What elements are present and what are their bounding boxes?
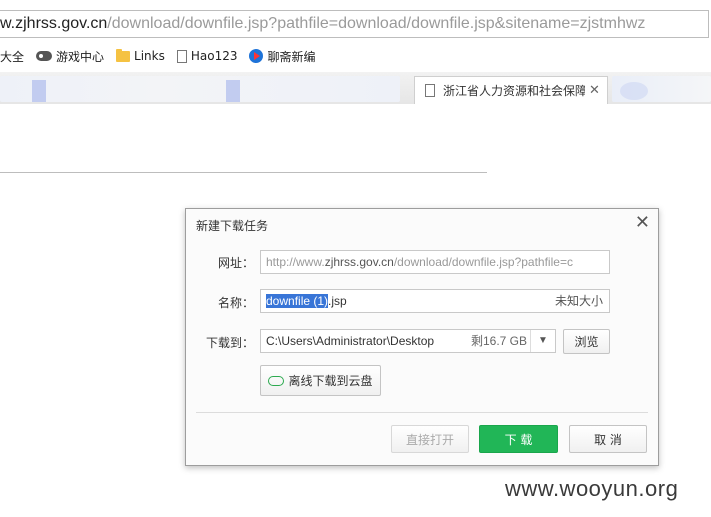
url-label: 网址： [217, 256, 254, 270]
cloud-download-label: 离线下载到云盘 [288, 374, 373, 388]
page-icon [425, 84, 435, 97]
browse-button[interactable]: 浏览 [563, 329, 610, 354]
dialog-title: 新建下载任务 [196, 219, 269, 233]
bookmark-hao123[interactable]: Hao123 [176, 49, 238, 63]
close-icon[interactable]: ✕ [635, 213, 650, 233]
watermark: www.wooyun.org [505, 476, 679, 501]
gamepad-icon [36, 51, 53, 61]
name-label: 名称： [217, 296, 254, 310]
page-icon [176, 49, 187, 63]
url-host: zjhrss.gov.cn [324, 255, 394, 269]
url-field[interactable]: http://www.zjhrss.gov.cn/download/downfi… [260, 250, 610, 274]
cloud-download-button[interactable]: 离线下载到云盘 [260, 365, 381, 396]
save-path-select[interactable]: C:\Users\Administrator\Desktop 剩16.7 GB ▼ [260, 329, 556, 353]
filename-ext: .jsp [328, 294, 347, 308]
bookmark-label: 大全 [0, 49, 25, 64]
bookmark-label: 游戏中心 [56, 49, 105, 64]
address-bar[interactable]: w.zjhrss.gov.cn/download/downfile.jsp?pa… [0, 10, 709, 38]
url-prefix: http://www. [266, 255, 325, 269]
bookmark-games[interactable]: 游戏中心 [36, 48, 104, 65]
tab-title: 浙江省人力资源和社会保障 [443, 84, 585, 98]
cancel-button[interactable]: 取 消 [569, 425, 647, 453]
bookmarks-bar: 大全 游戏中心 Links Hao123 聊斋新编 [0, 44, 711, 68]
filename-selected: downfile (1) [266, 294, 329, 308]
download-button[interactable]: 下 载 [479, 425, 558, 453]
bookmark-links[interactable]: Links [116, 48, 165, 63]
saveto-label: 下载到： [205, 336, 254, 350]
download-dialog: 新建下载任务 ✕ 网址： http://www.zjhrss.gov.cn/do… [185, 208, 659, 466]
cloud-icon [268, 375, 285, 386]
address-path: /download/downfile.jsp?pathfile=download… [107, 15, 646, 32]
save-path: C:\Users\Administrator\Desktop [266, 334, 435, 348]
bookmark-label: Links [134, 49, 165, 63]
tab-bar: 浙江省人力资源和社会保障 ✕ [0, 72, 711, 104]
page-divider [0, 172, 487, 173]
url-rest: /download/downfile.jsp?pathfile=c [393, 255, 573, 269]
file-size: 未知大小 [554, 294, 603, 308]
news-icon [249, 49, 264, 63]
folder-icon [116, 48, 131, 62]
filename-input[interactable]: downfile (1).jsp 未知大小 [260, 289, 610, 313]
chevron-down-icon[interactable]: ▼ [530, 330, 555, 352]
blurred-tabs[interactable] [0, 76, 400, 102]
blurred-tab-right[interactable] [612, 76, 711, 102]
tab-active[interactable]: 浙江省人力资源和社会保障 ✕ [414, 76, 608, 104]
bookmark-label: Hao123 [190, 49, 238, 63]
bookmark-label: 聊斋新编 [267, 49, 316, 64]
dialog-separator [196, 412, 648, 413]
address-host: w.zjhrss.gov.cn [0, 15, 108, 32]
open-directly-button[interactable]: 直接打开 [391, 425, 469, 453]
bookmark-liaozhai[interactable]: 聊斋新编 [249, 48, 316, 65]
tab-close-icon[interactable]: ✕ [589, 83, 600, 98]
bookmark-daquan[interactable]: 大全 [0, 48, 24, 65]
free-space: 剩16.7 GB [470, 334, 527, 348]
